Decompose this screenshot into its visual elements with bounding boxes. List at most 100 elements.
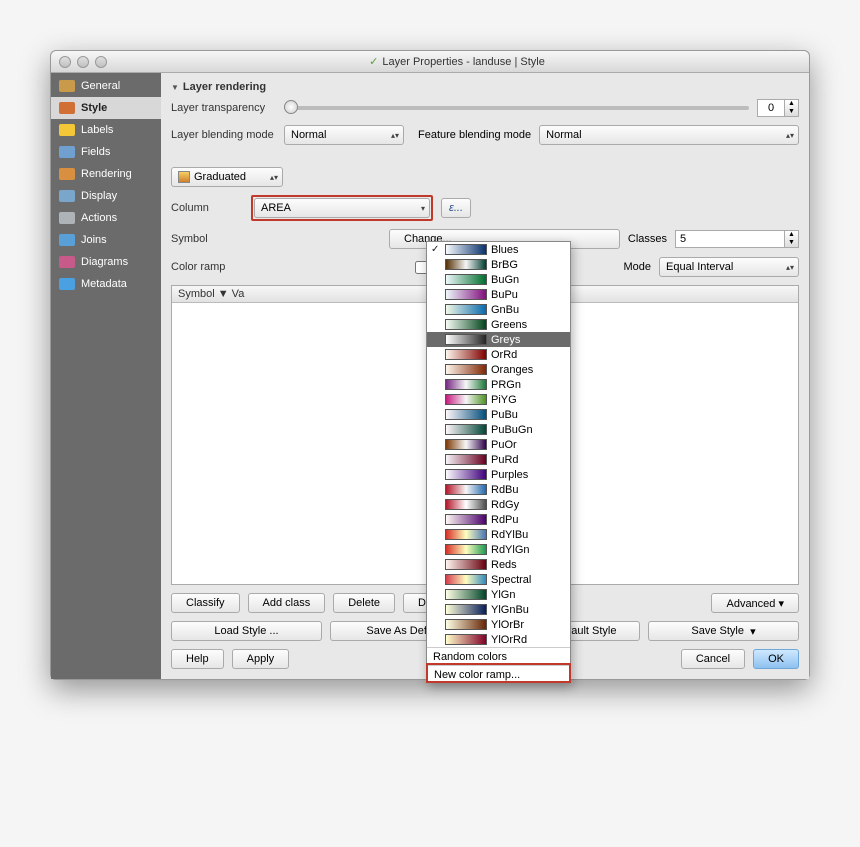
sidebar-item-style[interactable]: Style — [51, 97, 161, 119]
ramp-option-rdylbu[interactable]: RdYlBu — [427, 527, 570, 542]
ramp-option-purples[interactable]: Purples — [427, 467, 570, 482]
fields-icon — [59, 146, 75, 158]
sidebar-item-diagrams[interactable]: Diagrams — [51, 251, 161, 273]
sidebar-item-label: Actions — [81, 212, 117, 224]
ramp-option-pubu[interactable]: PuBu — [427, 407, 570, 422]
pencil-icon — [59, 168, 75, 180]
feature-blend-select[interactable]: Normal▴▾ — [539, 125, 799, 145]
ramp-swatch-icon — [445, 289, 487, 300]
ramp-option-puor[interactable]: PuOr — [427, 437, 570, 452]
expression-button[interactable]: ε... — [441, 198, 471, 218]
ramp-option-greys[interactable]: Greys — [427, 332, 570, 347]
ramp-option-ylgn[interactable]: YlGn — [427, 587, 570, 602]
mode-select[interactable]: Equal Interval▴▾ — [659, 257, 799, 277]
ok-button[interactable]: OK — [753, 649, 799, 669]
sidebar-item-actions[interactable]: Actions — [51, 207, 161, 229]
ramp-option-oranges[interactable]: Oranges — [427, 362, 570, 377]
ramp-swatch-icon — [445, 304, 487, 315]
ramp-swatch-icon — [445, 544, 487, 555]
classes-value[interactable] — [675, 230, 785, 248]
ramp-option-rdylgn[interactable]: RdYlGn — [427, 542, 570, 557]
app-icon: ✓ — [369, 55, 378, 68]
classes-label: Classes — [628, 233, 667, 245]
ramp-name: Reds — [491, 559, 517, 571]
close-icon[interactable] — [59, 56, 71, 68]
ramp-option-purd[interactable]: PuRd — [427, 452, 570, 467]
ramp-option-blues[interactable]: ✓Blues — [427, 242, 570, 257]
ramp-option-piyg[interactable]: PiYG — [427, 392, 570, 407]
monitor-icon — [59, 190, 75, 202]
ramp-swatch-icon — [445, 319, 487, 330]
sidebar-item-label: Diagrams — [81, 256, 128, 268]
ramp-swatch-icon — [445, 424, 487, 435]
transparency-slider[interactable] — [284, 106, 749, 110]
ramp-swatch-icon — [445, 334, 487, 345]
sidebar-item-labels[interactable]: Labels — [51, 119, 161, 141]
ramp-swatch-icon — [445, 604, 487, 615]
ramp-option-gnbu[interactable]: GnBu — [427, 302, 570, 317]
ramp-swatch-icon — [445, 634, 487, 645]
help-button[interactable]: Help — [171, 649, 224, 669]
classes-spinbox[interactable]: ▲▼ — [675, 230, 799, 248]
sidebar-item-rendering[interactable]: Rendering — [51, 163, 161, 185]
ramp-name: RdGy — [491, 499, 519, 511]
layer-blend-select[interactable]: Normal▴▾ — [284, 125, 404, 145]
layer-blend-label: Layer blending mode — [171, 129, 276, 141]
ramp-name: YlGn — [491, 589, 515, 601]
add-class-button[interactable]: Add class — [248, 593, 326, 613]
sidebar-item-joins[interactable]: Joins — [51, 229, 161, 251]
layer-rendering-header[interactable]: Layer rendering — [171, 79, 799, 99]
ramp-swatch-icon — [445, 514, 487, 525]
mode-label: Mode — [623, 261, 651, 273]
ramp-name: Greens — [491, 319, 527, 331]
ramp-option-rdgy[interactable]: RdGy — [427, 497, 570, 512]
color-ramp-dropdown[interactable]: ✓BluesBrBGBuGnBuPuGnBu GreensGreys OrRdOra… — [426, 241, 571, 683]
save-style-button[interactable]: Save Style ▾ — [648, 621, 799, 641]
ramp-option-ylorrd[interactable]: YlOrRd — [427, 632, 570, 647]
ramp-name: Purples — [491, 469, 528, 481]
sidebar-item-metadata[interactable]: Metadata — [51, 273, 161, 295]
ramp-option-ylgnbu[interactable]: YlGnBu — [427, 602, 570, 617]
column-select[interactable]: AREA▾ — [254, 198, 430, 218]
check-icon: ✓ — [431, 244, 441, 255]
gear-icon — [59, 212, 75, 224]
ramp-swatch-icon — [445, 364, 487, 375]
load-style-button[interactable]: Load Style ... — [171, 621, 322, 641]
ramp-option-rdbu[interactable]: RdBu — [427, 482, 570, 497]
sidebar: GeneralStyleLabelsFieldsRenderingDisplay… — [51, 73, 161, 679]
transparency-spinbox[interactable]: ▲▼ — [757, 99, 799, 117]
ramp-swatch-icon — [445, 394, 487, 405]
classify-button[interactable]: Classify — [171, 593, 240, 613]
apply-button[interactable]: Apply — [232, 649, 290, 669]
ramp-option-bupu[interactable]: BuPu — [427, 287, 570, 302]
cancel-button[interactable]: Cancel — [681, 649, 745, 669]
transparency-value[interactable] — [757, 99, 785, 117]
ramp-name: PuBuGn — [491, 424, 533, 436]
ramp-new-color-ramp[interactable]: New color ramp... — [428, 665, 569, 681]
ramp-option-greens[interactable]: Greens — [427, 317, 570, 332]
renderer-type-select[interactable]: Graduated▴▾ — [171, 167, 283, 187]
minimize-icon[interactable] — [77, 56, 89, 68]
delete-button[interactable]: Delete — [333, 593, 395, 613]
ramp-option-orrd[interactable]: OrRd — [427, 347, 570, 362]
sidebar-item-display[interactable]: Display — [51, 185, 161, 207]
zoom-icon[interactable] — [95, 56, 107, 68]
sidebar-item-general[interactable]: General — [51, 75, 161, 97]
ramp-option-spectral[interactable]: Spectral — [427, 572, 570, 587]
ramp-option-ylorbr[interactable]: YlOrBr — [427, 617, 570, 632]
diagram-icon — [59, 256, 75, 268]
ramp-option-reds[interactable]: Reds — [427, 557, 570, 572]
advanced-button[interactable]: Advanced ▾ — [711, 593, 799, 613]
ramp-option-bugn[interactable]: BuGn — [427, 272, 570, 287]
ramp-swatch-icon — [445, 469, 487, 480]
ramp-option-pubugn[interactable]: PuBuGn — [427, 422, 570, 437]
ramp-random-colors[interactable]: Random colors — [427, 647, 570, 663]
sidebar-item-fields[interactable]: Fields — [51, 141, 161, 163]
ramp-option-brbg[interactable]: BrBG — [427, 257, 570, 272]
ramp-option-prgn[interactable]: PRGn — [427, 377, 570, 392]
ramp-option-rdpu[interactable]: RdPu — [427, 512, 570, 527]
sidebar-item-label: Metadata — [81, 278, 127, 290]
ramp-name: OrRd — [491, 349, 517, 361]
brush-icon — [59, 102, 75, 114]
ramp-name: YlGnBu — [491, 604, 529, 616]
